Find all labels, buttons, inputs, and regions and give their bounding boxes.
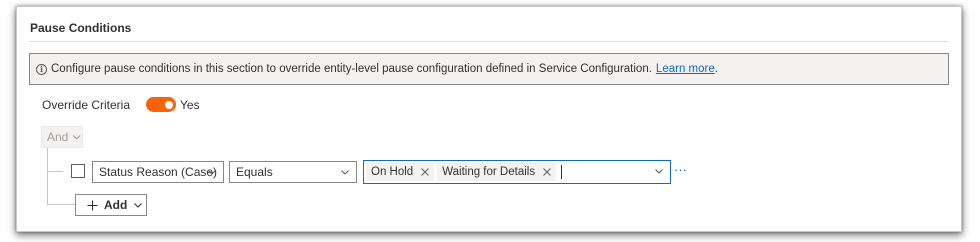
chevron-down-icon[interactable] bbox=[654, 166, 664, 176]
tree-branch bbox=[47, 171, 63, 172]
add-button[interactable]: Add bbox=[75, 194, 147, 216]
info-trailing: . bbox=[714, 63, 718, 75]
plus-icon bbox=[87, 200, 98, 210]
more-options-button[interactable]: ··· bbox=[674, 163, 687, 177]
condition-checkbox[interactable] bbox=[71, 164, 85, 178]
value-tag-label: Waiting for Details bbox=[442, 166, 536, 178]
chevron-down-icon bbox=[208, 170, 216, 175]
toggle-state-label: Yes bbox=[180, 98, 200, 112]
override-criteria-toggle[interactable] bbox=[146, 97, 176, 112]
info-icon: i bbox=[36, 63, 47, 75]
info-banner: i Configure pause conditions in this sec… bbox=[29, 53, 949, 85]
section-title: Pause Conditions bbox=[30, 21, 132, 35]
values-multiselect[interactable]: On Hold Waiting for Details bbox=[363, 160, 671, 184]
field-select-value: Status Reason (Case) bbox=[99, 165, 218, 179]
chevron-down-icon bbox=[134, 203, 143, 208]
operator-select[interactable]: Equals bbox=[229, 161, 357, 183]
override-criteria-label: Override Criteria bbox=[42, 98, 131, 112]
text-cursor bbox=[561, 165, 563, 179]
learn-more-link[interactable]: Learn more bbox=[656, 63, 715, 75]
close-icon[interactable] bbox=[543, 168, 551, 176]
pause-conditions-panel: Pause Conditions i Configure pause condi… bbox=[16, 6, 962, 232]
info-text: Configure pause conditions in this secti… bbox=[51, 63, 652, 75]
chevron-down-icon bbox=[73, 135, 81, 140]
toggle-knob bbox=[165, 100, 173, 109]
operator-select-value: Equals bbox=[236, 165, 273, 179]
tree-branch bbox=[47, 204, 75, 205]
tree-connector bbox=[47, 148, 48, 204]
group-operator-select[interactable]: And bbox=[41, 126, 83, 148]
group-operator-value: And bbox=[47, 130, 69, 144]
value-tag-label: On Hold bbox=[371, 166, 414, 178]
field-select[interactable]: Status Reason (Case) bbox=[92, 161, 224, 183]
value-tag: On Hold bbox=[366, 163, 435, 181]
title-divider bbox=[29, 41, 949, 42]
add-button-label: Add bbox=[104, 198, 128, 212]
value-tag: Waiting for Details bbox=[437, 163, 557, 181]
close-icon[interactable] bbox=[421, 168, 430, 176]
chevron-down-icon bbox=[341, 170, 349, 175]
